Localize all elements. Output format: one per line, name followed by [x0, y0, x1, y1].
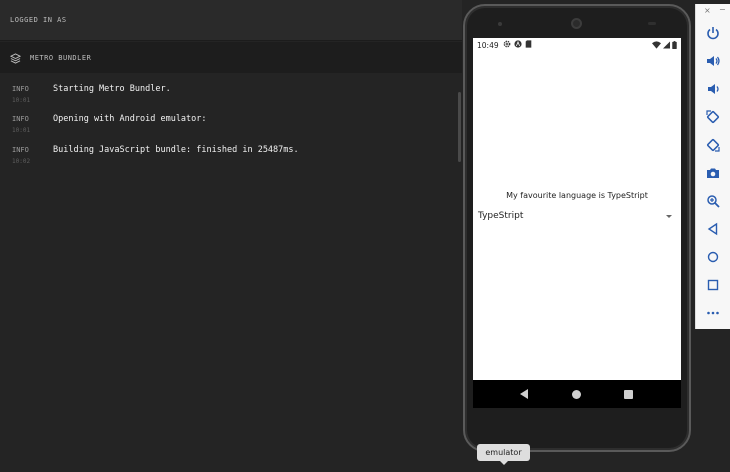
overview-button[interactable]	[704, 276, 722, 294]
log-list: INFO 10:01 Starting Metro Bundler. INFO …	[0, 73, 462, 472]
screenshot-button[interactable]	[704, 164, 722, 182]
zoom-button[interactable]	[704, 192, 722, 210]
log-entry: INFO 10:01 Opening with Android emulator…	[0, 105, 462, 134]
section-title: METRO BUNDLER	[30, 54, 92, 62]
volume-up-icon	[707, 56, 720, 66]
log-level: INFO	[12, 115, 29, 123]
home-button[interactable]	[704, 248, 722, 266]
volume-down-button[interactable]	[704, 80, 722, 98]
dropdown-arrow-icon	[666, 215, 672, 218]
close-icon[interactable]: ×	[704, 6, 711, 15]
front-camera	[571, 18, 582, 29]
log-level: INFO	[12, 146, 29, 154]
proximity-sensor	[648, 22, 656, 25]
rotate-right-button[interactable]	[704, 136, 722, 154]
phone-screen[interactable]: 10:49 My favourite language is TypeStrip…	[473, 38, 681, 408]
back-icon	[707, 222, 718, 236]
logged-in-label: LOGGED IN AS	[10, 16, 67, 24]
tooltip-tail	[500, 461, 508, 465]
emulator-tooltip: emulator	[477, 444, 530, 461]
volume-down-icon	[708, 84, 719, 94]
app-notification-icon	[514, 40, 522, 48]
back-button[interactable]	[704, 220, 722, 238]
log-level: INFO	[12, 85, 29, 93]
log-entry: INFO 10:02 Building JavaScript bundle: f…	[0, 136, 462, 165]
log-time: 10:01	[12, 127, 31, 134]
logged-in-bar: LOGGED IN AS	[0, 0, 462, 41]
favourite-language-text: My favourite language is TypeStript	[506, 191, 648, 200]
battery-icon	[672, 41, 677, 49]
volume-up-button[interactable]	[704, 52, 722, 70]
status-time: 10:49	[477, 41, 499, 50]
status-bar: 10:49	[473, 38, 681, 53]
more-icon	[707, 311, 719, 315]
power-icon	[707, 27, 719, 40]
speaker-dot	[498, 22, 502, 26]
log-message: Building JavaScript bundle: finished in …	[53, 145, 299, 155]
log-time: 10:02	[12, 158, 31, 165]
zoom-icon	[707, 195, 720, 208]
camera-icon	[707, 168, 719, 178]
log-message: Starting Metro Bundler.	[53, 84, 171, 94]
home-icon	[707, 251, 719, 263]
metro-bundler-section-header[interactable]: METRO BUNDLER	[0, 42, 462, 73]
power-button[interactable]	[704, 24, 722, 42]
rotate-right-icon	[707, 139, 720, 152]
signal-icon	[663, 41, 670, 49]
rotate-left-icon	[706, 110, 719, 123]
sd-card-icon	[525, 40, 532, 48]
settings-gear-icon	[503, 40, 511, 48]
more-button[interactable]	[704, 304, 722, 322]
emulator-toolbar: × −	[695, 4, 730, 329]
overview-icon	[707, 279, 719, 291]
layers-icon	[10, 53, 21, 64]
nav-back-icon[interactable]	[520, 389, 528, 399]
language-picker[interactable]: TypeStript	[478, 209, 674, 225]
scrollbar-thumb[interactable]	[458, 92, 461, 162]
android-navigation-bar	[473, 380, 681, 408]
nav-recents-icon[interactable]	[624, 390, 633, 399]
log-time: 10:01	[12, 97, 31, 104]
nav-home-icon[interactable]	[572, 390, 581, 399]
log-message: Opening with Android emulator:	[53, 114, 207, 124]
log-entry: INFO 10:01 Starting Metro Bundler.	[0, 75, 462, 104]
rotate-left-button[interactable]	[704, 108, 722, 126]
wifi-icon	[652, 41, 661, 49]
minimize-icon[interactable]: −	[719, 5, 726, 14]
picker-selected-value: TypeStript	[478, 211, 524, 221]
